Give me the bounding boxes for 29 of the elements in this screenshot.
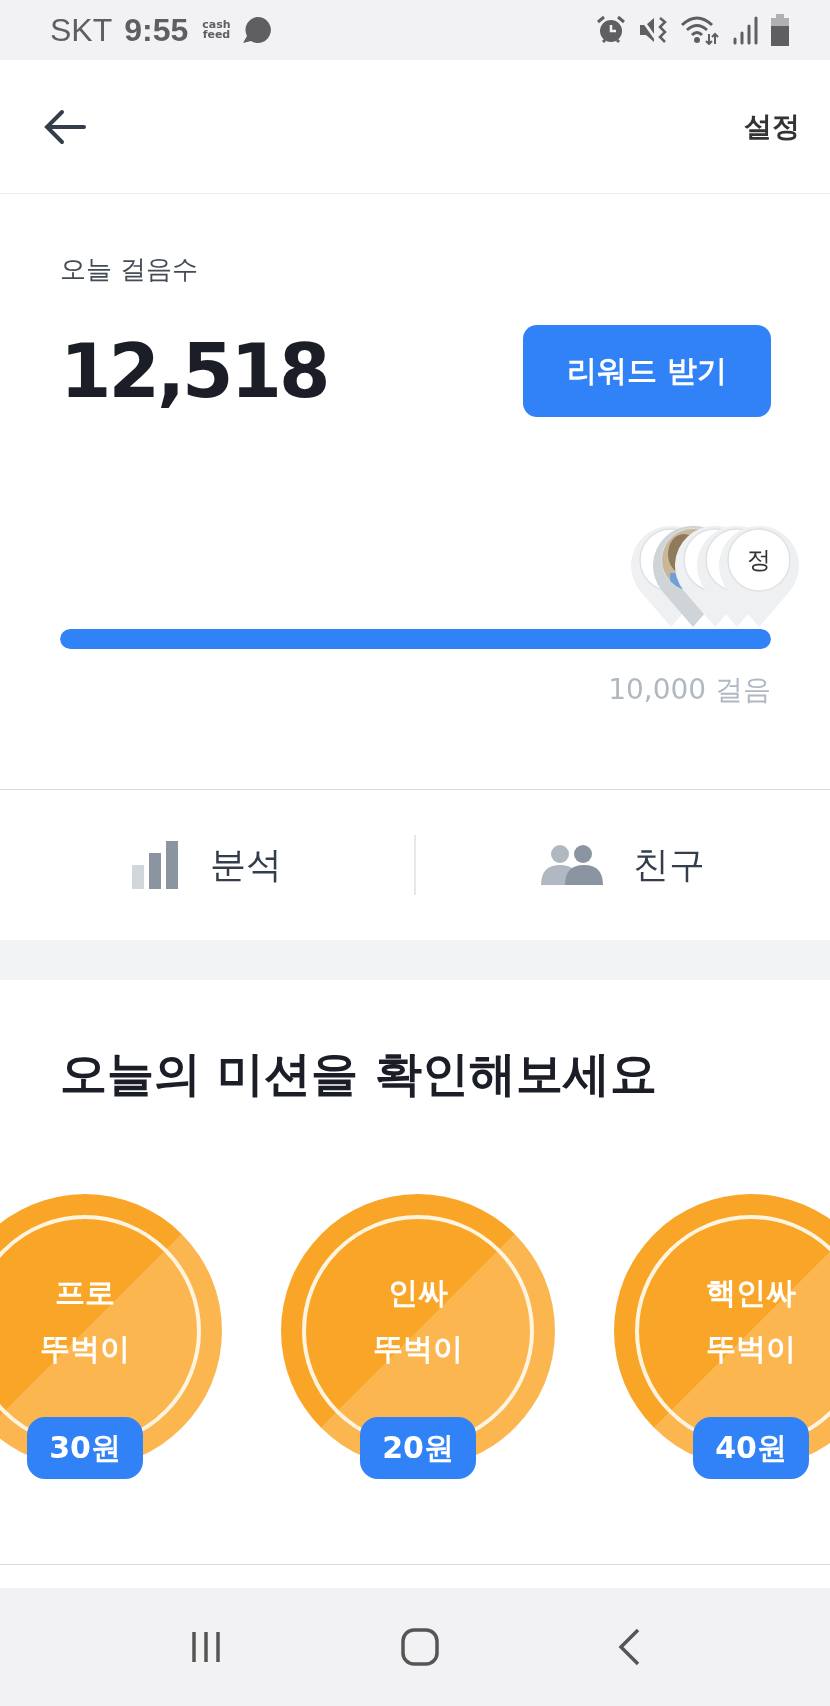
people-icon: [541, 845, 603, 885]
mission-name: 핵인싸 뚜벅이: [706, 1274, 796, 1368]
battery-icon: [770, 14, 790, 46]
mission-name: 인싸 뚜벅이: [373, 1274, 463, 1368]
analysis-tab[interactable]: 분석: [0, 820, 414, 910]
app-logo: cash feed: [202, 20, 231, 40]
carrier-name: SKT: [50, 11, 113, 49]
friends-tab[interactable]: 친구: [416, 820, 830, 910]
wifi-icon: [680, 15, 720, 45]
reward-badge: 40원: [693, 1417, 809, 1479]
bar-chart-icon: [132, 841, 180, 889]
step-count: 12,518: [60, 328, 328, 414]
section-title: 오늘의 미션을 확인해보세요: [60, 1046, 657, 1102]
mission-name: 프로 뚜벅이: [40, 1274, 130, 1368]
alarm-icon: [596, 15, 626, 45]
chat-bubble-icon: [240, 16, 271, 44]
back-arrow-icon[interactable]: [44, 108, 86, 145]
reward-badge: 20원: [360, 1417, 476, 1479]
back-icon[interactable]: [616, 1627, 642, 1667]
steps-label: 오늘 걸음수: [60, 253, 200, 286]
reward-badge: 30원: [27, 1417, 143, 1479]
clock: 9:55: [124, 11, 189, 49]
mute-vibrate-icon: [638, 15, 668, 45]
signal-icon: [732, 15, 758, 45]
goal-label: 10,000 걸음: [608, 672, 771, 708]
reward-button[interactable]: 리워드 받기: [523, 325, 771, 417]
user-initial: 정: [746, 545, 772, 576]
settings-link[interactable]: 설정: [744, 107, 800, 146]
home-icon[interactable]: [400, 1627, 440, 1667]
